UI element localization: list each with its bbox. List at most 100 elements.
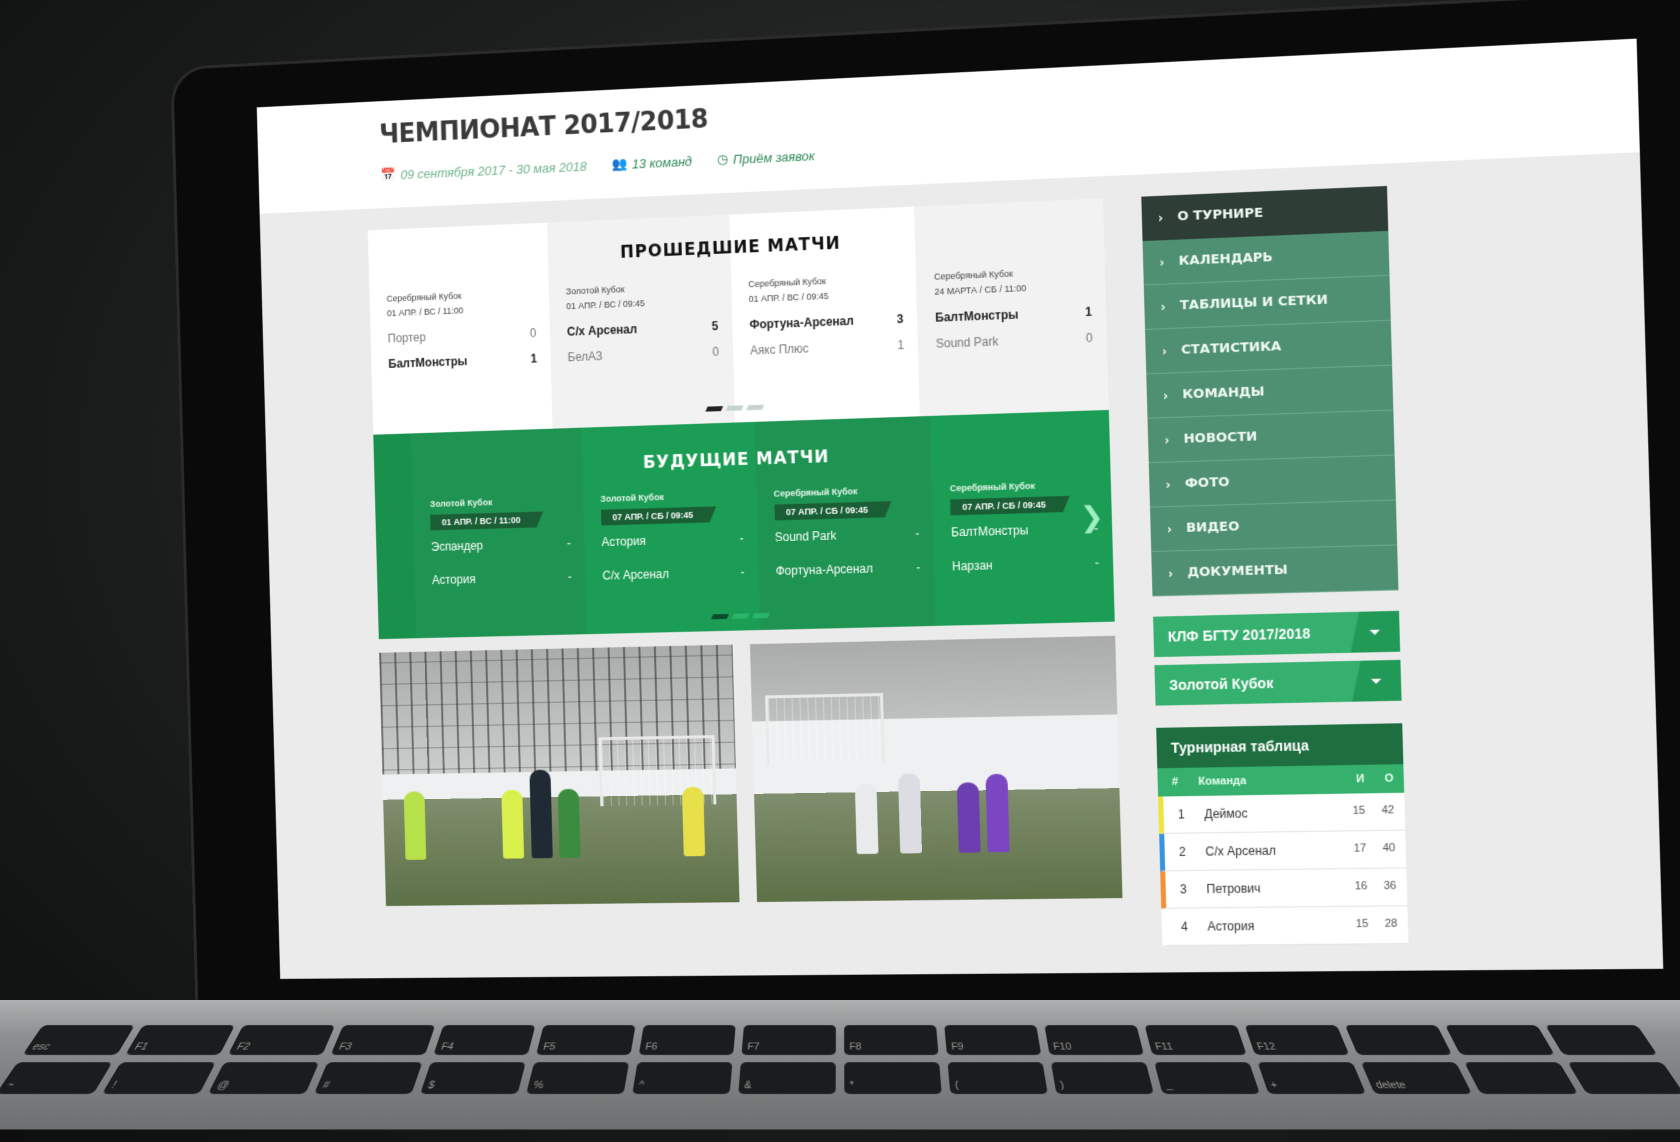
standings-table: Турнирная таблица # Команда И О 1 Деймос 1… [1156, 723, 1409, 947]
nav-item[interactable]: › ФОТО [1148, 455, 1396, 508]
nav-item-label: ТАБЛИЦЫ И СЕТКИ [1179, 292, 1329, 314]
match-datetime: 07 АПР. / СБ / 09:45 [601, 506, 717, 525]
cup-name: Золотой Кубок [565, 284, 625, 297]
keyboard-key[interactable] [1464, 1062, 1579, 1094]
chevron-right-icon: › [1167, 566, 1174, 581]
nav-item[interactable]: › ДОКУМЕНТЫ [1151, 545, 1399, 597]
keyboard-key[interactable]: F7 [741, 1025, 836, 1055]
keyboard-key[interactable]: F5 [536, 1025, 636, 1055]
standings-row[interactable]: 3 Петрович 16 36 [1160, 868, 1408, 909]
team-name: БалтМонстры [935, 307, 1019, 325]
row-played: 15 [1352, 804, 1366, 818]
keyboard-key[interactable]: ( [947, 1062, 1048, 1094]
keyboard-key[interactable]: delete [1360, 1062, 1473, 1094]
team-score: 5 [711, 319, 719, 334]
key-rows: esc F1 F2 F3 F4 F5 F6 F7 F8 F9 F10 F11 F12 ~! @ # $% ^ & *(… [0, 1025, 1680, 1094]
team-row: БалтМонстры 1 [935, 305, 1092, 325]
team-name: БалтМонстры [950, 523, 1029, 540]
photo-gallery [379, 635, 1123, 907]
keyboard-key[interactable]: ~ [0, 1062, 113, 1094]
chevron-right-icon[interactable]: ❯ [1080, 499, 1105, 533]
match-photo-2[interactable] [749, 635, 1123, 903]
nav-item[interactable]: › ВИДЕО [1150, 500, 1398, 553]
pagination-dot[interactable] [725, 405, 744, 411]
keyboard-key[interactable]: F1 [125, 1025, 235, 1055]
keyboard-key[interactable]: F3 [330, 1025, 436, 1055]
users-icon: 👥 [611, 155, 628, 172]
team-name: Sound Park [935, 334, 999, 351]
pagination-dot[interactable] [745, 404, 764, 411]
nav-item-label: О ТУРНИРЕ [1177, 205, 1264, 225]
photo-player [985, 773, 1010, 853]
season-select[interactable]: КЛФ БГТУ 2017/2018 [1153, 610, 1401, 658]
keyboard-key[interactable]: F4 [433, 1025, 536, 1055]
keyboard-key[interactable]: F2 [227, 1025, 336, 1055]
keyboard-key[interactable]: F8 [844, 1025, 939, 1055]
row-played: 15 [1355, 917, 1369, 931]
keyboard-key[interactable]: & [738, 1062, 836, 1094]
status-text: Приём заявок [732, 147, 815, 167]
standings-row[interactable]: 4 Астория 15 28 [1161, 906, 1409, 947]
photo-pitch [753, 787, 1123, 903]
team-name: Астория [431, 572, 476, 588]
team-row: Фортуна-Арсенал - [776, 560, 921, 578]
tournament-nav: › О ТУРНИРЕ › КАЛЕНДАРЬ › ТАБЛИЦЫ И СЕТКИ › СТА… [1141, 185, 1399, 597]
keyboard-key[interactable] [1545, 1025, 1658, 1055]
match-datetime: 07 АПР. / СБ / 09:45 [950, 496, 1070, 516]
team-score: 1 [897, 337, 905, 353]
keyboard-key[interactable]: F6 [638, 1025, 736, 1055]
row-position: 1 [1177, 807, 1185, 822]
chevron-right-icon: › [1160, 299, 1166, 314]
nav-item[interactable]: › НОВОСТИ [1147, 410, 1395, 464]
keyboard-key[interactable] [1567, 1062, 1680, 1094]
keyboard-key[interactable]: esc [22, 1025, 135, 1055]
keyboard-key[interactable]: F9 [944, 1025, 1042, 1055]
cup-select-toggle[interactable] [1351, 660, 1402, 702]
team-score: - [566, 536, 572, 551]
teams-count: 👥 13 команд [611, 153, 692, 172]
team-name: Портер [387, 330, 426, 346]
keyboard-key[interactable]: F11 [1144, 1025, 1247, 1055]
keyboard-key[interactable]: F12 [1244, 1025, 1350, 1055]
col-team: Команда [1198, 774, 1247, 788]
keyboard-key[interactable]: + [1257, 1062, 1366, 1094]
standings-row[interactable]: 2 С/х Арсенал 17 40 [1159, 830, 1407, 872]
keyboard-key[interactable]: * [844, 1062, 942, 1094]
keyboard-key[interactable]: # [314, 1062, 423, 1094]
keyboard-key[interactable]: ^ [632, 1062, 733, 1094]
sidebar: › О ТУРНИРЕ › КАЛЕНДАРЬ › ТАБЛИЦЫ И СЕТКИ › СТА… [1141, 185, 1409, 947]
nav-item-label: ВИДЕО [1185, 519, 1240, 536]
team-row: С/х Арсенал - [602, 565, 744, 583]
past-matches: ПРОШЕДШИЕ МАТЧИ Серебряный Кубок 01 АПР. … [367, 198, 1109, 435]
keyboard-key[interactable] [1445, 1025, 1555, 1055]
season-select-toggle[interactable] [1349, 611, 1400, 653]
caret-down-icon [1371, 678, 1381, 683]
future-matches: БУДУЩИЕ МАТЧИ Золотой Кубок 01 АПР. / ВС … [373, 409, 1115, 640]
row-position: 2 [1178, 844, 1186, 859]
keyboard-key[interactable]: @ [207, 1062, 320, 1094]
pagination-dot[interactable] [704, 406, 723, 412]
team-row: Аякс Плюс 1 [750, 338, 904, 358]
keyboard-key[interactable]: _ [1154, 1062, 1260, 1094]
pagination-dot[interactable] [751, 612, 770, 619]
nav-item-label: ФОТО [1184, 474, 1230, 492]
team-row: Астория - [432, 570, 572, 587]
standings-row[interactable]: 1 Деймос 15 42 [1158, 792, 1406, 834]
team-score: 0 [1085, 330, 1093, 346]
keyboard-key[interactable]: ! [101, 1062, 216, 1094]
row-position: 4 [1180, 919, 1189, 934]
pagination-dot[interactable] [731, 613, 749, 619]
row-team: Петрович [1206, 881, 1261, 897]
keyboard-key[interactable]: F10 [1044, 1025, 1144, 1055]
dates-text: 09 сентября 2017 - 30 мая 2018 [400, 158, 587, 182]
nav-item[interactable]: › КОМАНДЫ [1146, 365, 1394, 419]
cup-select[interactable]: Золотой Кубок [1154, 659, 1402, 706]
keyboard-key[interactable] [1344, 1025, 1453, 1055]
pagination-dot[interactable] [710, 613, 729, 620]
row-points: 28 [1384, 917, 1398, 930]
match-photo-1[interactable] [379, 644, 740, 907]
keyboard-key[interactable]: % [526, 1062, 630, 1094]
keyboard-key[interactable]: $ [420, 1062, 526, 1094]
keyboard-key[interactable]: ) [1050, 1062, 1154, 1094]
chevron-right-icon: › [1157, 210, 1164, 225]
